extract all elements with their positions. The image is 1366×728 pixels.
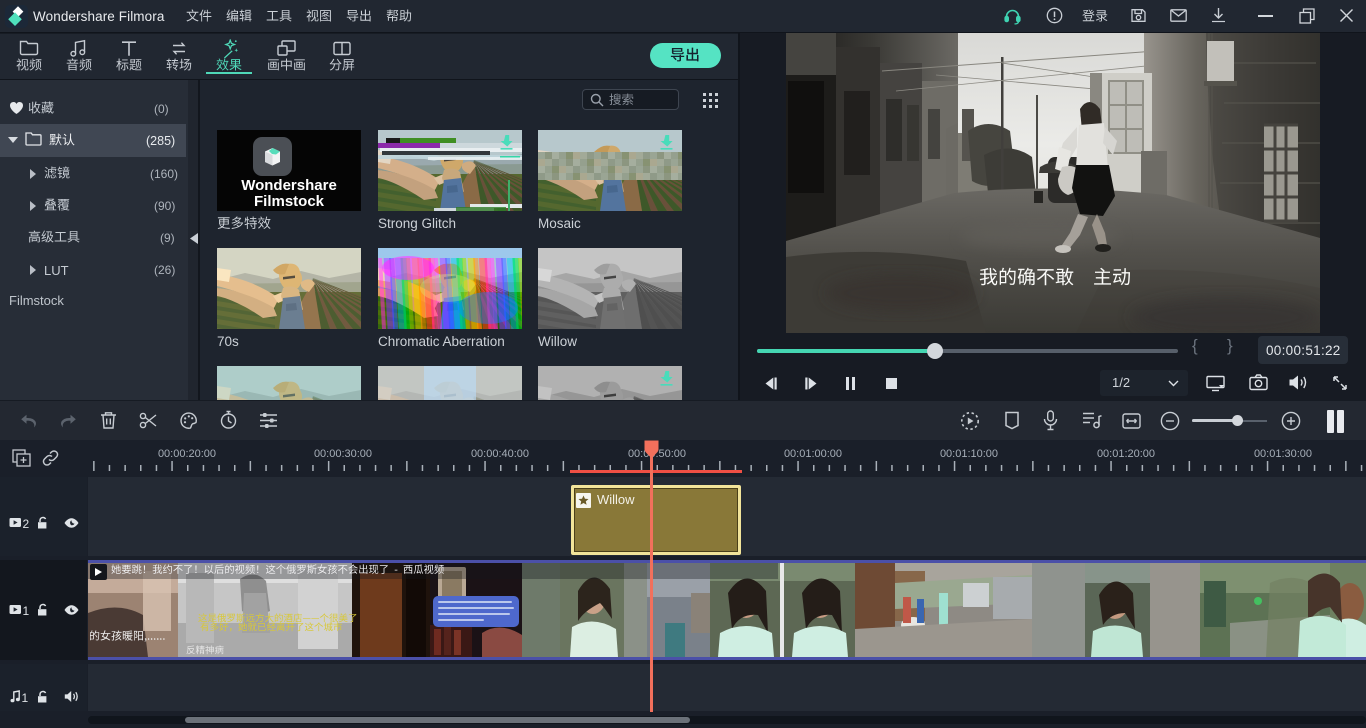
svg-text:1: 1: [23, 604, 30, 616]
svg-text:1: 1: [22, 691, 29, 703]
svg-text:2: 2: [23, 517, 30, 529]
